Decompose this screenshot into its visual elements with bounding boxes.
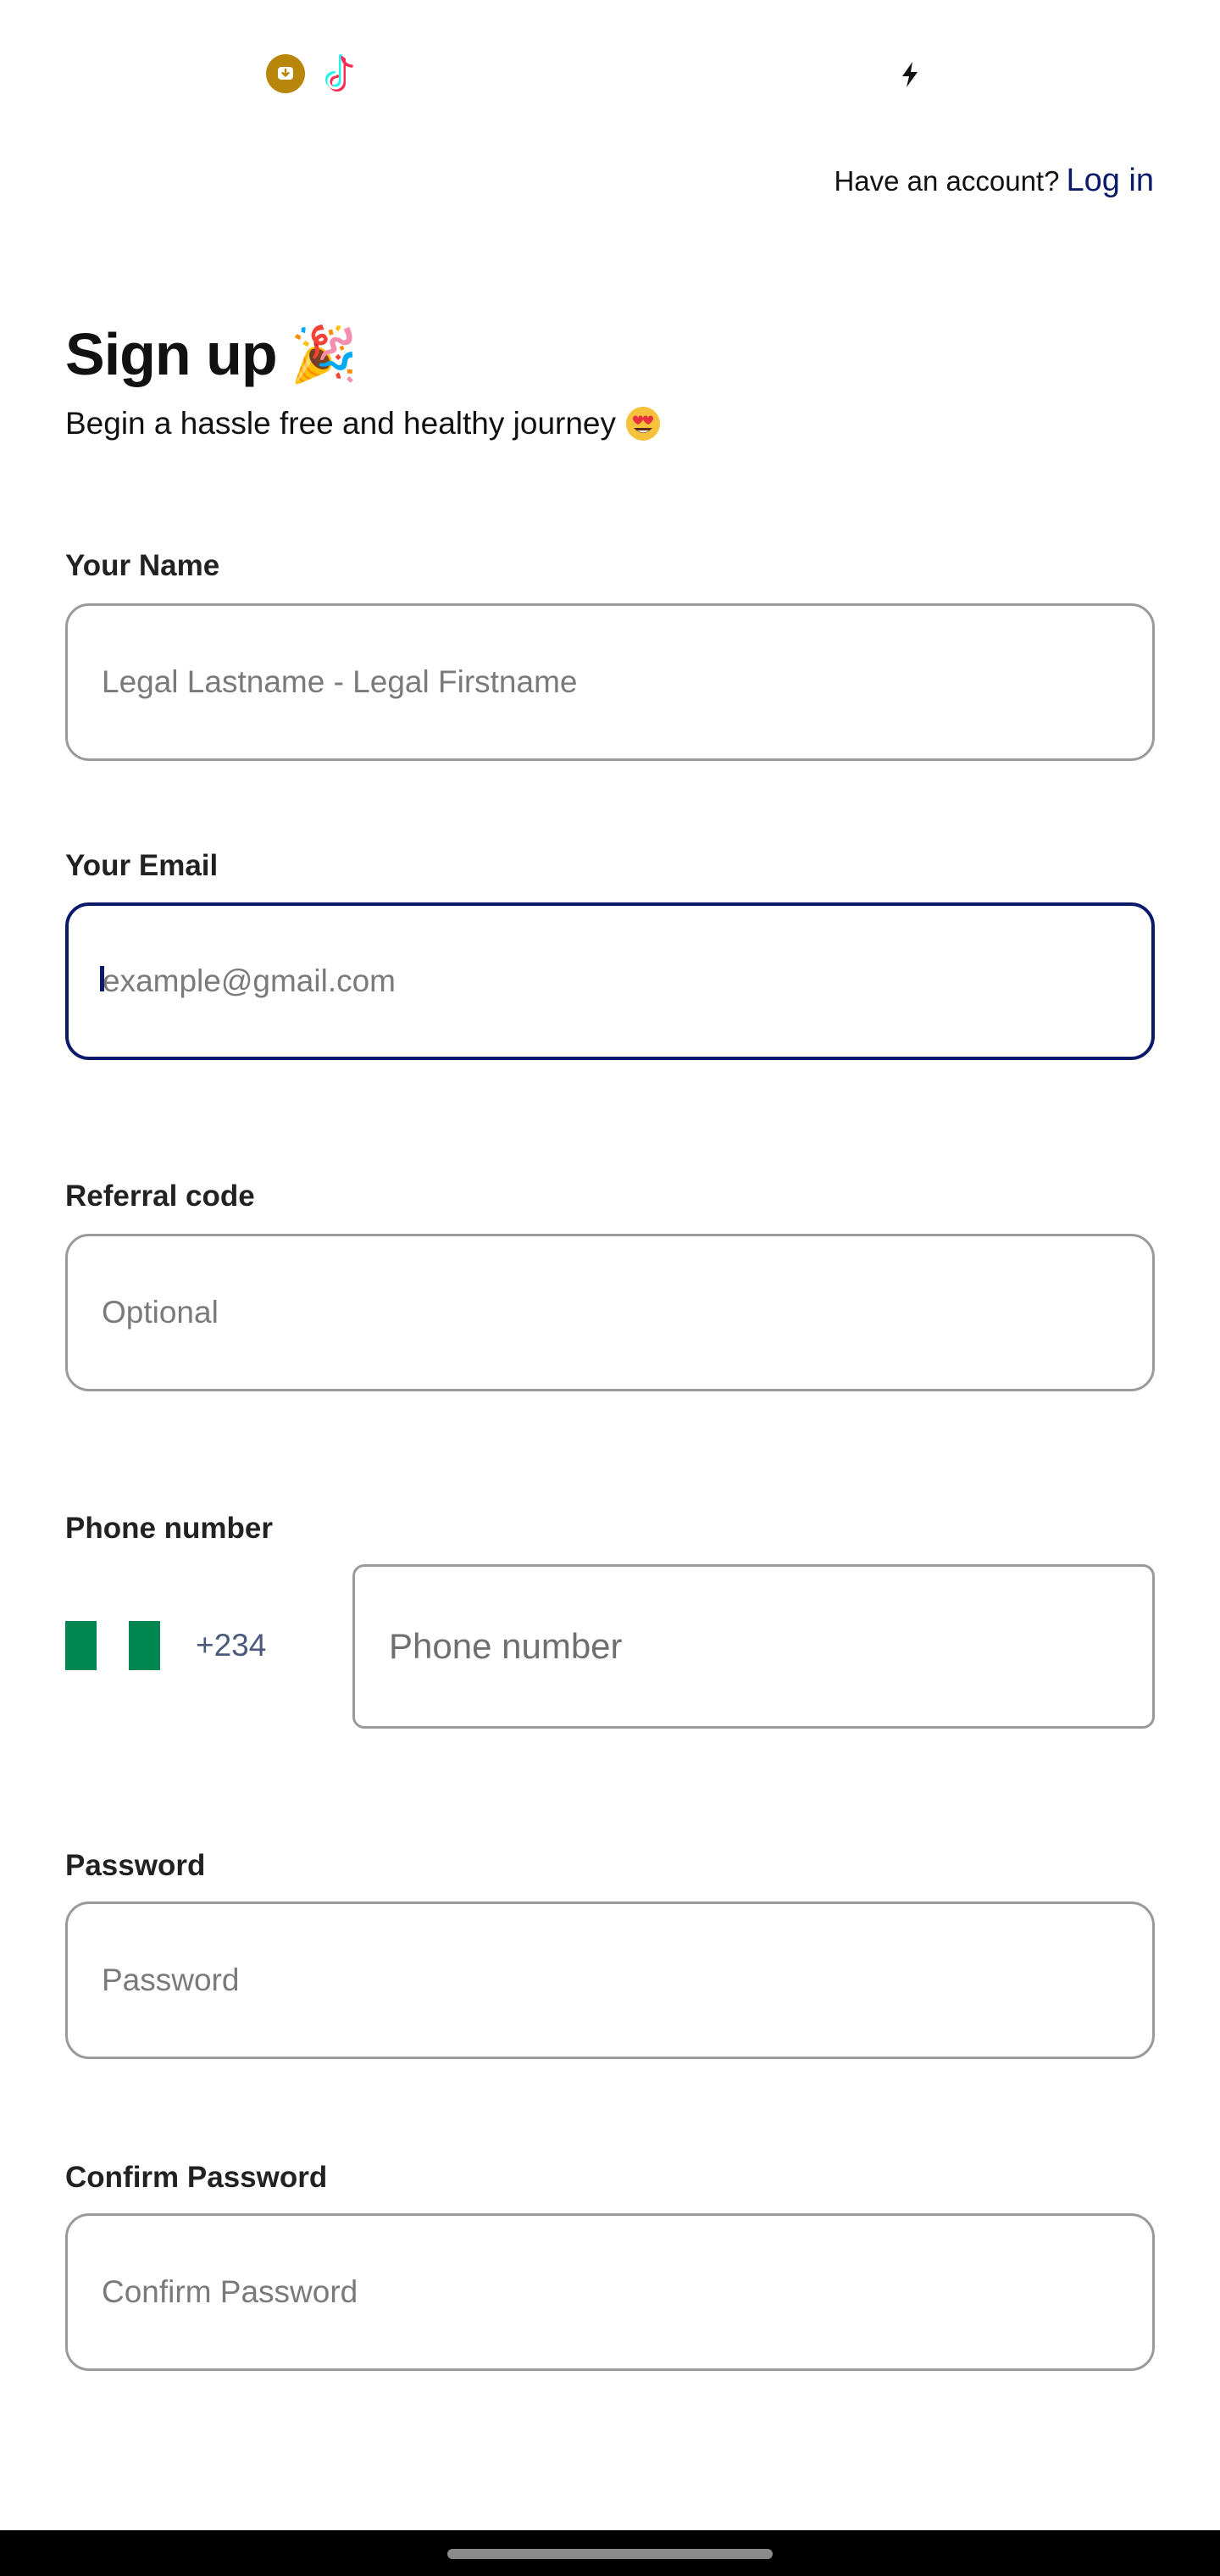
country-code-picker[interactable]: +234 xyxy=(65,1620,266,1671)
nigeria-flag-icon xyxy=(65,1621,160,1670)
home-indicator[interactable] xyxy=(447,2549,773,2559)
confirm-password-input[interactable] xyxy=(65,2213,1155,2371)
name-input[interactable] xyxy=(65,603,1155,761)
login-prompt: Have an account? Log in xyxy=(834,163,1154,199)
party-popper-icon: 🎉 xyxy=(290,324,358,385)
download-icon xyxy=(266,54,305,93)
page-title-group: Sign up 🎉 xyxy=(65,320,358,388)
email-label: Your Email xyxy=(65,849,219,882)
phone-number-input[interactable] xyxy=(352,1564,1155,1729)
dial-code: +234 xyxy=(196,1628,267,1663)
status-bar xyxy=(0,0,1220,136)
confirm-password-label: Confirm Password xyxy=(65,2161,328,2194)
password-input[interactable] xyxy=(65,1901,1155,2059)
referral-code-input[interactable] xyxy=(65,1234,1155,1391)
have-account-text: Have an account? xyxy=(834,165,1060,197)
phone-label: Phone number xyxy=(65,1512,274,1545)
page-subtitle: Begin a hassle free and healthy journey xyxy=(65,406,616,441)
login-link[interactable]: Log in xyxy=(1066,163,1154,199)
bolt-icon xyxy=(902,62,918,87)
email-input[interactable] xyxy=(65,902,1155,1060)
text-cursor xyxy=(100,966,104,991)
subtitle-group: Begin a hassle free and healthy journey xyxy=(65,405,662,442)
tiktok-icon xyxy=(325,54,353,92)
name-label: Your Name xyxy=(65,549,220,582)
password-label: Password xyxy=(65,1849,206,1882)
referral-label: Referral code xyxy=(65,1180,255,1213)
heart-eyes-emoji-icon xyxy=(626,407,660,441)
page-title: Sign up xyxy=(65,321,278,387)
